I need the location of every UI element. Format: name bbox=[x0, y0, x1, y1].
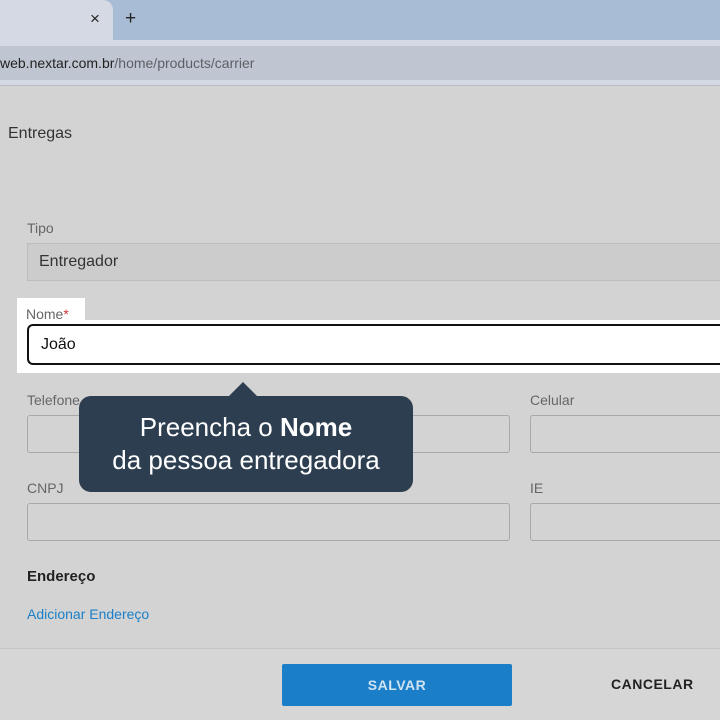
address-bar[interactable]: web.nextar.com.br/home/products/carrier bbox=[0, 46, 720, 80]
telefone-label: Telefone bbox=[27, 392, 80, 408]
tooltip-prefix: Preencha o bbox=[139, 412, 280, 442]
tooltip-line-1: Preencha o Nome bbox=[79, 411, 413, 444]
url-path: /home/products/carrier bbox=[114, 55, 255, 71]
celular-label: Celular bbox=[530, 392, 575, 408]
new-tab-icon[interactable]: + bbox=[125, 8, 136, 30]
page-title: Entregas bbox=[8, 125, 73, 142]
add-address-link[interactable]: Adicionar Endereço bbox=[27, 606, 149, 622]
ie-label: IE bbox=[530, 480, 544, 496]
address-section-title: Endereço bbox=[27, 568, 96, 585]
cancel-button[interactable]: CANCELAR bbox=[611, 676, 694, 692]
nome-highlight: Nome* João bbox=[17, 298, 720, 373]
tooltip-bold: Nome bbox=[279, 412, 353, 442]
tipo-select[interactable]: Entregador bbox=[27, 243, 720, 281]
browser-toolbar: web.nextar.com.br/home/products/carrier bbox=[0, 40, 720, 86]
url-host: web.nextar.com.br bbox=[0, 55, 115, 71]
onboarding-tooltip: Preencha o Nome da pessoa entregadora bbox=[79, 396, 413, 492]
close-icon[interactable]: × bbox=[90, 9, 100, 29]
celular-input[interactable] bbox=[530, 415, 720, 453]
cnpj-label: CNPJ bbox=[27, 480, 64, 496]
cnpj-input[interactable] bbox=[27, 503, 510, 541]
nome-label-text: Nome bbox=[26, 306, 64, 322]
save-button[interactable]: SALVAR bbox=[282, 664, 512, 706]
required-asterisk: * bbox=[63, 306, 69, 322]
tipo-label: Tipo bbox=[27, 220, 54, 236]
tooltip-line-2: da pessoa entregadora bbox=[112, 445, 380, 475]
ie-input[interactable] bbox=[530, 503, 720, 541]
browser-tab[interactable]: × bbox=[0, 0, 113, 40]
form-footer: SALVAR CANCELAR bbox=[0, 648, 720, 720]
nome-label: Nome* bbox=[26, 306, 69, 322]
nome-input[interactable]: João bbox=[27, 324, 720, 365]
tooltip-arrow bbox=[228, 382, 258, 397]
browser-tab-bar: × + bbox=[0, 0, 720, 40]
